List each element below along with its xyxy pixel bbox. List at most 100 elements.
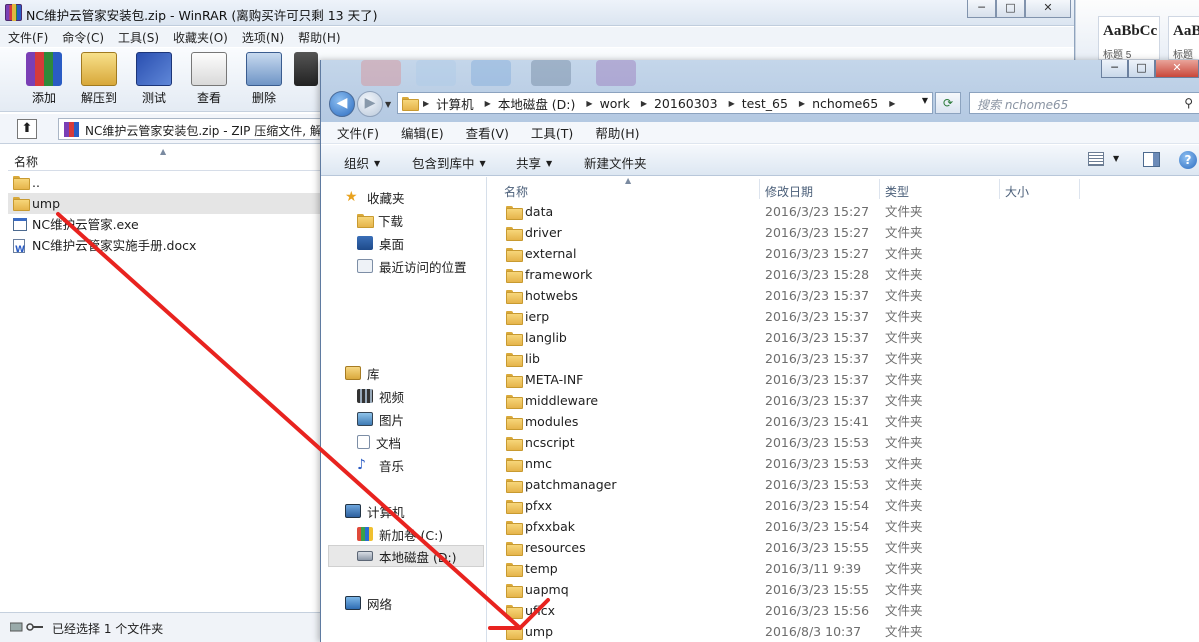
find-button[interactable] [292,52,320,110]
help-icon[interactable]: ? [1179,151,1197,169]
nav-network[interactable]: 网络 [345,592,392,614]
close-button[interactable]: ✕ [1025,0,1071,18]
table-row[interactable]: uapmq 2016/3/23 15:55 文件夹 [487,579,1199,600]
new-folder-button[interactable]: 新建文件夹 [584,153,647,172]
table-row[interactable]: nmc 2016/3/23 15:53 文件夹 [487,453,1199,474]
menu-file[interactable]: 文件(F) [8,29,48,46]
column-divider[interactable] [879,179,880,199]
explorer-titlebar[interactable]: ─ □ ✕ ◀ ▶ ▼ ▶ 计算机 ▶ 本地磁盘 (D:) ▶ work ▶ 2… [321,60,1199,122]
table-row[interactable]: driver 2016/3/23 15:27 文件夹 [487,222,1199,243]
test-button[interactable]: 测试 [128,52,180,110]
breadcrumb-test-65[interactable]: test_65 [742,96,788,111]
view-options-icon[interactable] [1088,152,1104,166]
menu-help[interactable]: 帮助(H) [298,29,340,46]
column-divider[interactable] [999,179,1000,199]
nav-downloads[interactable]: 下载 [357,209,403,231]
menu-tools[interactable]: 工具(T) [531,123,573,142]
table-row[interactable]: pfxxbak 2016/3/23 15:54 文件夹 [487,516,1199,537]
nav-recent-places[interactable]: 最近访问的位置 [357,255,467,277]
table-row[interactable]: external 2016/3/23 15:27 文件夹 [487,243,1199,264]
menu-options[interactable]: 选项(N) [242,29,284,46]
column-divider[interactable] [759,179,760,199]
table-row[interactable]: ump 2016/8/3 10:37 文件夹 [487,621,1199,642]
column-name[interactable]: 名称 [504,183,528,200]
chevron-right-icon[interactable]: ▶ [889,99,895,108]
table-row[interactable]: langlib 2016/3/23 15:37 文件夹 [487,327,1199,348]
breadcrumb-computer[interactable]: 计算机 [436,94,474,113]
chevron-right-icon[interactable]: ▶ [485,99,491,108]
word-style-heading[interactable]: AaBb 标题 [1168,16,1199,61]
add-button[interactable]: 添加 [18,52,70,110]
breadcrumb-20160303[interactable]: 20160303 [654,96,718,111]
nav-computer[interactable]: 计算机 [345,500,405,522]
table-row[interactable]: data 2016/3/23 15:27 文件夹 [487,201,1199,222]
nav-music[interactable]: ♪ 音乐 [357,454,404,476]
table-row[interactable]: modules 2016/3/23 15:41 文件夹 [487,411,1199,432]
list-item[interactable]: NC维护云管家.exe [8,214,320,235]
chevron-right-icon[interactable]: ▶ [729,99,735,108]
winrar-titlebar[interactable]: NC维护云管家安装包.zip - WinRAR (离购买许可只剩 13 天了) … [0,0,1074,26]
table-row[interactable]: hotwebs 2016/3/23 15:37 文件夹 [487,285,1199,306]
table-row[interactable]: pfxx 2016/3/23 15:54 文件夹 [487,495,1199,516]
table-row[interactable]: ierp 2016/3/23 15:37 文件夹 [487,306,1199,327]
table-row[interactable]: temp 2016/3/11 9:39 文件夹 [487,558,1199,579]
nav-libraries[interactable]: 库 [345,362,380,384]
table-row[interactable]: ncscript 2016/3/23 15:53 文件夹 [487,432,1199,453]
forward-button[interactable]: ▶ [357,91,383,117]
view-button[interactable]: 查看 [183,52,235,110]
breadcrumb-nchome65[interactable]: nchome65 [812,96,878,111]
up-folder-button[interactable]: ⬆ [17,119,37,139]
nav-pictures[interactable]: 图片 [357,408,404,430]
menu-favorites[interactable]: 收藏夹(O) [173,29,228,46]
nav-favorites[interactable]: ★ 收藏夹 [345,186,405,208]
chevron-down-icon[interactable]: ▼ [1113,154,1119,163]
preview-pane-icon[interactable] [1143,152,1160,167]
list-item[interactable]: .. [8,172,320,193]
menu-file[interactable]: 文件(F) [337,123,379,142]
include-in-library-button[interactable]: 包含到库中 ▼ [412,153,486,172]
chevron-right-icon[interactable]: ▶ [799,99,805,108]
organize-button[interactable]: 组织 ▼ [344,153,380,172]
extract-to-button[interactable]: 解压到 [73,52,125,110]
nav-drive-d[interactable]: 本地磁盘 (D:) [328,545,484,567]
table-row[interactable]: META-INF 2016/3/23 15:37 文件夹 [487,369,1199,390]
table-row[interactable]: lib 2016/3/23 15:37 文件夹 [487,348,1199,369]
share-button[interactable]: 共享 ▼ [516,153,552,172]
recent-pages-dropdown-icon[interactable]: ▼ [385,100,391,109]
address-bar[interactable]: ▶ 计算机 ▶ 本地磁盘 (D:) ▶ work ▶ 20160303 ▶ te… [397,92,933,114]
column-name[interactable]: 名称 [14,153,38,170]
close-button[interactable]: ✕ [1155,60,1199,78]
minimize-button[interactable]: ─ [1101,60,1128,78]
table-row[interactable]: middleware 2016/3/23 15:37 文件夹 [487,390,1199,411]
list-item[interactable]: ump [8,193,320,214]
search-input[interactable]: 搜索 nchome65 ⚲ [969,92,1199,114]
word-style-heading5[interactable]: AaBbCc 标题 5 [1098,16,1160,61]
menu-view[interactable]: 查看(V) [466,123,509,142]
nav-videos[interactable]: 视频 [357,385,404,407]
menu-tools[interactable]: 工具(S) [118,29,159,46]
menu-help[interactable]: 帮助(H) [595,123,639,142]
nav-desktop[interactable]: 桌面 [357,232,404,254]
menu-edit[interactable]: 编辑(E) [401,123,444,142]
refresh-button[interactable]: ⟳ [935,92,961,114]
column-date[interactable]: 修改日期 [765,183,813,200]
table-row[interactable]: uficx 2016/3/23 15:56 文件夹 [487,600,1199,621]
list-item[interactable]: NC维护云管家实施手册.docx [8,235,320,261]
table-row[interactable]: framework 2016/3/23 15:28 文件夹 [487,264,1199,285]
breadcrumb-work[interactable]: work [600,96,630,111]
column-type[interactable]: 类型 [885,183,909,200]
chevron-right-icon[interactable]: ▶ [586,99,592,108]
maximize-button[interactable]: □ [996,0,1025,18]
column-size[interactable]: 大小 [1005,183,1029,200]
nav-drive-c[interactable]: 新加卷 (C:) [357,523,443,545]
table-row[interactable]: patchmanager 2016/3/23 15:53 文件夹 [487,474,1199,495]
back-button[interactable]: ◀ [329,91,355,117]
delete-button[interactable]: 删除 [238,52,290,110]
minimize-button[interactable]: ─ [967,0,996,18]
chevron-right-icon[interactable]: ▶ [641,99,647,108]
maximize-button[interactable]: □ [1128,60,1155,78]
archive-path-field[interactable]: NC维护云管家安装包.zip - ZIP 压缩文件, 解 [58,118,338,140]
address-dropdown-icon[interactable]: ▼ [922,96,928,105]
menu-commands[interactable]: 命令(C) [62,29,104,46]
breadcrumb-drive-d[interactable]: 本地磁盘 (D:) [498,94,576,113]
